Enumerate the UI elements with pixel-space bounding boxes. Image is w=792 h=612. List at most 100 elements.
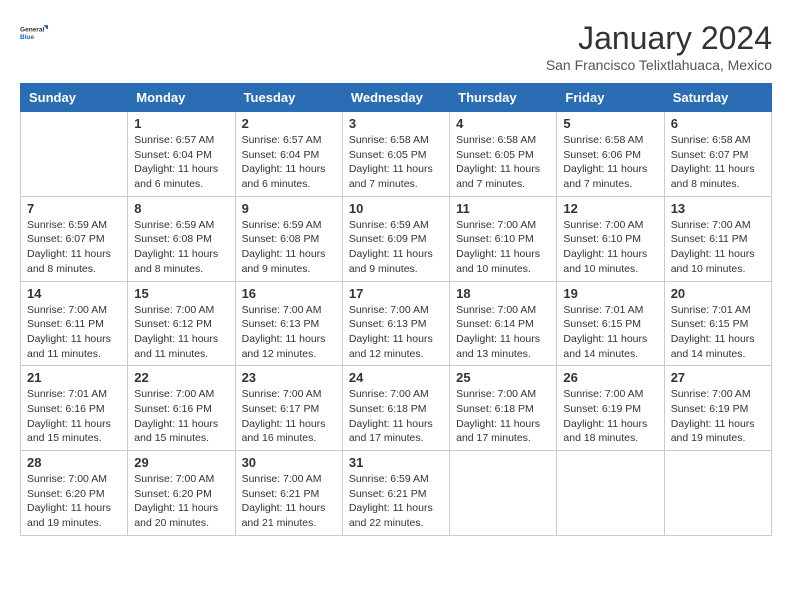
calendar-cell: 29Sunrise: 7:00 AM Sunset: 6:20 PM Dayli… bbox=[128, 451, 235, 536]
day-info: Sunrise: 6:58 AM Sunset: 6:06 PM Dayligh… bbox=[563, 133, 657, 192]
calendar-cell bbox=[664, 451, 771, 536]
calendar-cell: 10 Sunrise: 6:59 AM Sunset: 6:09 PM Dayli… bbox=[342, 196, 449, 281]
date-number: 21 bbox=[27, 370, 121, 385]
day-info: Sunrise: 7:00 AM Sunset: 6:14 PM Dayligh… bbox=[456, 303, 550, 362]
date-number: 3 bbox=[349, 116, 443, 131]
date-number: 24 bbox=[349, 370, 443, 385]
calendar-cell: 17 Sunrise: 7:00 AM Sunset: 6:13 PM Dayli… bbox=[342, 281, 449, 366]
day-info: Sunrise: 7:00 AM Sunset: 6:20 PM Dayligh… bbox=[27, 472, 121, 531]
day-info: Sunrise: 6:57 AM Sunset: 6:04 PM Dayligh… bbox=[134, 133, 228, 192]
date-number: 9 bbox=[242, 201, 336, 216]
date-number: 23 bbox=[242, 370, 336, 385]
day-info: Sunrise: 6:59 AM Sunset: 6:09 PM Dayligh… bbox=[349, 218, 443, 277]
date-number: 30 bbox=[242, 455, 336, 470]
calendar-cell: 4 Sunrise: 6:58 AM Sunset: 6:05 PM Daylig… bbox=[450, 112, 557, 197]
day-info: Sunrise: 7:01 AM Sunset: 6:15 PM Dayligh… bbox=[563, 303, 657, 362]
calendar-cell: 19 Sunrise: 7:01 AM Sunset: 6:15 PM Dayli… bbox=[557, 281, 664, 366]
calendar-cell bbox=[557, 451, 664, 536]
calendar-week-1: 1Sunrise: 6:57 AM Sunset: 6:04 PM Daylig… bbox=[21, 112, 772, 197]
day-info: Sunrise: 7:00 AM Sunset: 6:11 PM Dayligh… bbox=[27, 303, 121, 362]
day-info: Sunrise: 6:59 AM Sunset: 6:21 PM Dayligh… bbox=[349, 472, 443, 531]
calendar-cell: 13 Sunrise: 7:00 AM Sunset: 6:11 PM Dayli… bbox=[664, 196, 771, 281]
date-number: 18 bbox=[456, 286, 550, 301]
date-number: 16 bbox=[242, 286, 336, 301]
calendar-week-3: 14 Sunrise: 7:00 AM Sunset: 6:11 PM Dayli… bbox=[21, 281, 772, 366]
calendar-cell: 3 Sunrise: 6:58 AM Sunset: 6:05 PM Daylig… bbox=[342, 112, 449, 197]
date-number: 19 bbox=[563, 286, 657, 301]
calendar-cell: 5Sunrise: 6:58 AM Sunset: 6:06 PM Daylig… bbox=[557, 112, 664, 197]
calendar-cell: 21 Sunrise: 7:01 AM Sunset: 6:16 PM Dayli… bbox=[21, 366, 128, 451]
date-number: 28 bbox=[27, 455, 121, 470]
calendar-cell: 15 Sunrise: 7:00 AM Sunset: 6:12 PM Dayli… bbox=[128, 281, 235, 366]
date-number: 27 bbox=[671, 370, 765, 385]
day-info: Sunrise: 6:58 AM Sunset: 6:05 PM Dayligh… bbox=[456, 133, 550, 192]
svg-text:Blue: Blue bbox=[20, 34, 34, 41]
location: San Francisco Telixtlahuaca, Mexico bbox=[546, 57, 772, 73]
date-number: 15 bbox=[134, 286, 228, 301]
calendar-cell: 31Sunrise: 6:59 AM Sunset: 6:21 PM Dayli… bbox=[342, 451, 449, 536]
calendar-cell: 25 Sunrise: 7:00 AM Sunset: 6:18 PM Dayli… bbox=[450, 366, 557, 451]
calendar-cell: 14 Sunrise: 7:00 AM Sunset: 6:11 PM Dayli… bbox=[21, 281, 128, 366]
calendar-cell: 12Sunrise: 7:00 AM Sunset: 6:10 PM Dayli… bbox=[557, 196, 664, 281]
day-info: Sunrise: 7:00 AM Sunset: 6:10 PM Dayligh… bbox=[456, 218, 550, 277]
date-number: 8 bbox=[134, 201, 228, 216]
day-info: Sunrise: 7:00 AM Sunset: 6:10 PM Dayligh… bbox=[563, 218, 657, 277]
day-info: Sunrise: 6:58 AM Sunset: 6:07 PM Dayligh… bbox=[671, 133, 765, 192]
day-info: Sunrise: 6:58 AM Sunset: 6:05 PM Dayligh… bbox=[349, 133, 443, 192]
date-number: 25 bbox=[456, 370, 550, 385]
calendar-cell: 24 Sunrise: 7:00 AM Sunset: 6:18 PM Dayli… bbox=[342, 366, 449, 451]
day-header-saturday: Saturday bbox=[664, 84, 771, 112]
calendar-cell: 22 Sunrise: 7:00 AM Sunset: 6:16 PM Dayli… bbox=[128, 366, 235, 451]
date-number: 13 bbox=[671, 201, 765, 216]
calendar-cell: 6 Sunrise: 6:58 AM Sunset: 6:07 PM Daylig… bbox=[664, 112, 771, 197]
day-info: Sunrise: 7:00 AM Sunset: 6:16 PM Dayligh… bbox=[134, 387, 228, 446]
date-number: 29 bbox=[134, 455, 228, 470]
day-header-tuesday: Tuesday bbox=[235, 84, 342, 112]
date-number: 6 bbox=[671, 116, 765, 131]
day-info: Sunrise: 7:00 AM Sunset: 6:18 PM Dayligh… bbox=[456, 387, 550, 446]
date-number: 22 bbox=[134, 370, 228, 385]
day-info: Sunrise: 7:00 AM Sunset: 6:19 PM Dayligh… bbox=[563, 387, 657, 446]
calendar-table: SundayMondayTuesdayWednesdayThursdayFrid… bbox=[20, 83, 772, 536]
svg-text:General: General bbox=[20, 27, 44, 34]
date-number: 10 bbox=[349, 201, 443, 216]
calendar-week-5: 28 Sunrise: 7:00 AM Sunset: 6:20 PM Dayli… bbox=[21, 451, 772, 536]
calendar-cell: 20Sunrise: 7:01 AM Sunset: 6:15 PM Dayli… bbox=[664, 281, 771, 366]
day-header-sunday: Sunday bbox=[21, 84, 128, 112]
day-info: Sunrise: 7:00 AM Sunset: 6:12 PM Dayligh… bbox=[134, 303, 228, 362]
calendar-cell: 9Sunrise: 6:59 AM Sunset: 6:08 PM Daylig… bbox=[235, 196, 342, 281]
day-info: Sunrise: 7:00 AM Sunset: 6:18 PM Dayligh… bbox=[349, 387, 443, 446]
date-number: 20 bbox=[671, 286, 765, 301]
header-row: SundayMondayTuesdayWednesdayThursdayFrid… bbox=[21, 84, 772, 112]
calendar-week-2: 7 Sunrise: 6:59 AM Sunset: 6:07 PM Daylig… bbox=[21, 196, 772, 281]
title-section: January 2024 San Francisco Telixtlahuaca… bbox=[546, 20, 772, 73]
day-info: Sunrise: 7:00 AM Sunset: 6:11 PM Dayligh… bbox=[671, 218, 765, 277]
date-number: 26 bbox=[563, 370, 657, 385]
calendar-cell: 8 Sunrise: 6:59 AM Sunset: 6:08 PM Daylig… bbox=[128, 196, 235, 281]
calendar-cell: 18 Sunrise: 7:00 AM Sunset: 6:14 PM Dayli… bbox=[450, 281, 557, 366]
day-info: Sunrise: 7:00 AM Sunset: 6:13 PM Dayligh… bbox=[349, 303, 443, 362]
date-number: 7 bbox=[27, 201, 121, 216]
calendar-cell: 16Sunrise: 7:00 AM Sunset: 6:13 PM Dayli… bbox=[235, 281, 342, 366]
day-info: Sunrise: 6:57 AM Sunset: 6:04 PM Dayligh… bbox=[242, 133, 336, 192]
calendar-week-4: 21 Sunrise: 7:01 AM Sunset: 6:16 PM Dayli… bbox=[21, 366, 772, 451]
date-number: 14 bbox=[27, 286, 121, 301]
day-info: Sunrise: 7:01 AM Sunset: 6:16 PM Dayligh… bbox=[27, 387, 121, 446]
calendar-cell: 30Sunrise: 7:00 AM Sunset: 6:21 PM Dayli… bbox=[235, 451, 342, 536]
date-number: 2 bbox=[242, 116, 336, 131]
logo: General Blue bbox=[20, 20, 48, 48]
day-info: Sunrise: 7:00 AM Sunset: 6:19 PM Dayligh… bbox=[671, 387, 765, 446]
date-number: 17 bbox=[349, 286, 443, 301]
calendar-cell: 2 Sunrise: 6:57 AM Sunset: 6:04 PM Daylig… bbox=[235, 112, 342, 197]
calendar-cell: 28 Sunrise: 7:00 AM Sunset: 6:20 PM Dayli… bbox=[21, 451, 128, 536]
calendar-cell: 11Sunrise: 7:00 AM Sunset: 6:10 PM Dayli… bbox=[450, 196, 557, 281]
day-info: Sunrise: 6:59 AM Sunset: 6:07 PM Dayligh… bbox=[27, 218, 121, 277]
date-number: 4 bbox=[456, 116, 550, 131]
logo-icon: General Blue bbox=[20, 20, 48, 48]
day-info: Sunrise: 6:59 AM Sunset: 6:08 PM Dayligh… bbox=[134, 218, 228, 277]
calendar-cell: 27 Sunrise: 7:00 AM Sunset: 6:19 PM Dayli… bbox=[664, 366, 771, 451]
calendar-cell: 1Sunrise: 6:57 AM Sunset: 6:04 PM Daylig… bbox=[128, 112, 235, 197]
calendar-cell: 26 Sunrise: 7:00 AM Sunset: 6:19 PM Dayli… bbox=[557, 366, 664, 451]
page-header: General Blue January 2024 San Francisco … bbox=[20, 20, 772, 73]
calendar-cell: 7 Sunrise: 6:59 AM Sunset: 6:07 PM Daylig… bbox=[21, 196, 128, 281]
